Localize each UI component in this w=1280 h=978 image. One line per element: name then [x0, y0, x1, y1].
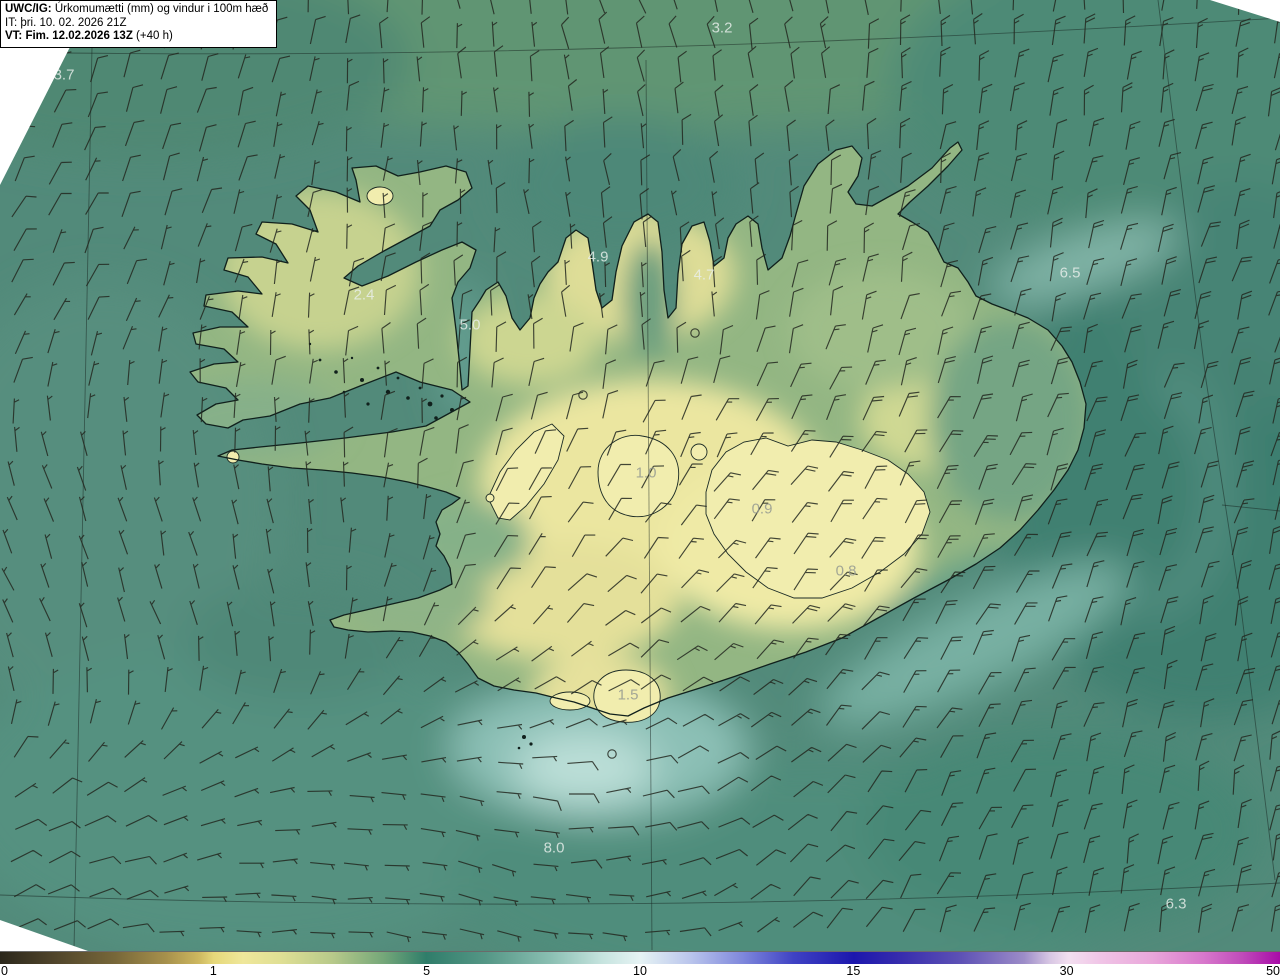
contour-label: 5.0 — [460, 317, 481, 334]
weather-map: 3.23.74.94.7 6.52.45.01.00.90.81.58.06.3 — [0, 0, 1280, 951]
colorbar-tick-label: 1 — [209, 964, 217, 978]
glacier-thorisjokull — [485, 493, 495, 503]
colorbar-tick-label: 10 — [633, 964, 647, 978]
glacier-tungnafellsjokull — [690, 443, 708, 461]
legend-valid-line: VT: Fim. 12.02.2026 13Z (+40 h) — [5, 30, 271, 44]
colorbar-gradient — [0, 951, 1280, 964]
contour-label: 0.8 — [836, 563, 857, 580]
contour-label: 4.7 — [694, 267, 715, 284]
contour-label: 4.9 — [588, 249, 609, 266]
map-canvas: 3.2 3.7 4.9 4.7 6.5 2.4 5.0 1.0 0.9 0.8 1.5 8.0 6.3 … — [0, 0, 1280, 951]
colorbar-tick-label: 50 — [1266, 964, 1280, 978]
colorbar-tick-label: 15 — [846, 964, 861, 978]
colorbar-tick-label: 5 — [423, 964, 431, 978]
contour-label: 1.5 — [618, 687, 639, 704]
weather-map-app: 3.2 3.7 4.9 4.7 6.5 2.4 5.0 1.0 0.9 0.8 1.5 8.0 6.3 … — [0, 0, 1280, 978]
legend-box: UWC/IG: Úrkomumætti (mm) og vindur i 100… — [0, 0, 277, 48]
contour-label: 6.3 — [1166, 896, 1187, 913]
glacier-drangajokull — [366, 186, 394, 206]
contour-label: 3.2 — [712, 20, 733, 37]
contour-label: 6.5 — [1060, 265, 1081, 282]
map-title: Úrkomumætti (mm) og vindur i 100m hæð — [51, 3, 269, 15]
glacier-snaefellsjokull — [226, 450, 240, 464]
legend-title-line: UWC/IG: Úrkomumætti (mm) og vindur i 100… — [5, 3, 271, 17]
contour-label: 0.9 — [752, 501, 773, 518]
valid-time: VT: Fim. 12.02.2026 13Z — [5, 30, 133, 42]
colorbar-tick-label: 0 — [1, 964, 8, 978]
legend-init-line: IT: þri. 10. 02. 2026 21Z — [5, 16, 127, 29]
valid-offset: (+40 h) — [132, 30, 173, 42]
contour-label: 8.0 — [544, 840, 565, 857]
contour-label: 1.0 — [636, 465, 657, 482]
colorbar-tick-label: 30 — [1059, 964, 1074, 978]
contour-label: 2.4 — [354, 287, 375, 304]
colorbar-tick-labels: 0 1 5 10 15 30 50 — [0, 964, 1280, 978]
model-label: UWC/IG: — [5, 3, 52, 15]
